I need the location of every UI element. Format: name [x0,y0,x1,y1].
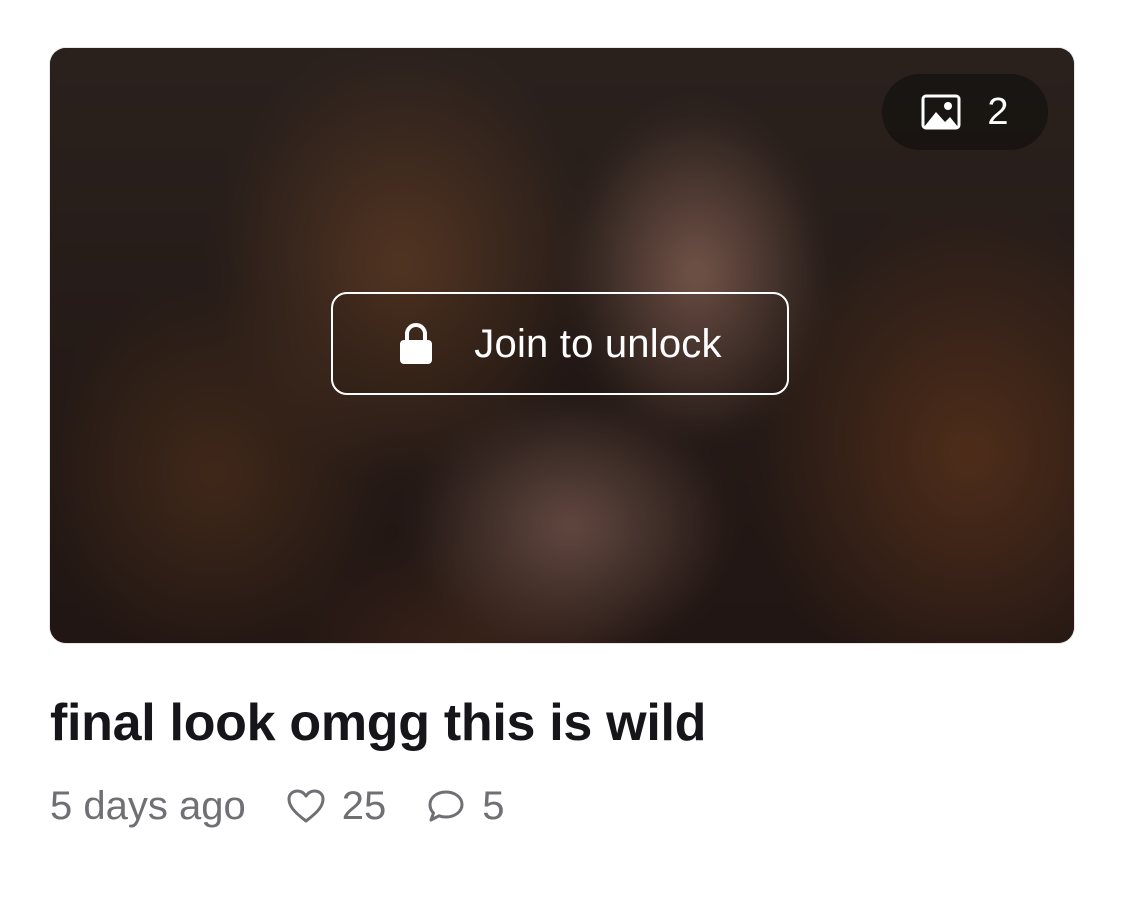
post-media-locked[interactable]: 2 Join to unlock [50,48,1074,643]
image-count: 2 [987,91,1009,133]
likes-stat[interactable]: 25 [286,784,387,828]
image-icon [921,94,961,130]
lock-icon [400,322,433,364]
post-timestamp: 5 days ago [50,784,246,828]
post-card: 2 Join to unlock final look omgg this is… [0,0,1125,909]
post-meta: 5 days ago 25 5 [50,786,544,826]
heart-icon [287,789,325,823]
join-to-unlock-button[interactable]: Join to unlock [331,292,789,395]
unlock-label: Join to unlock [474,321,722,366]
post-title[interactable]: final look omgg this is wild [50,694,706,752]
likes-count: 25 [341,784,387,828]
comments-count: 5 [482,784,505,828]
comments-stat[interactable]: 5 [426,786,504,826]
comment-bubble-icon [428,790,464,822]
image-count-badge: 2 [882,74,1048,150]
